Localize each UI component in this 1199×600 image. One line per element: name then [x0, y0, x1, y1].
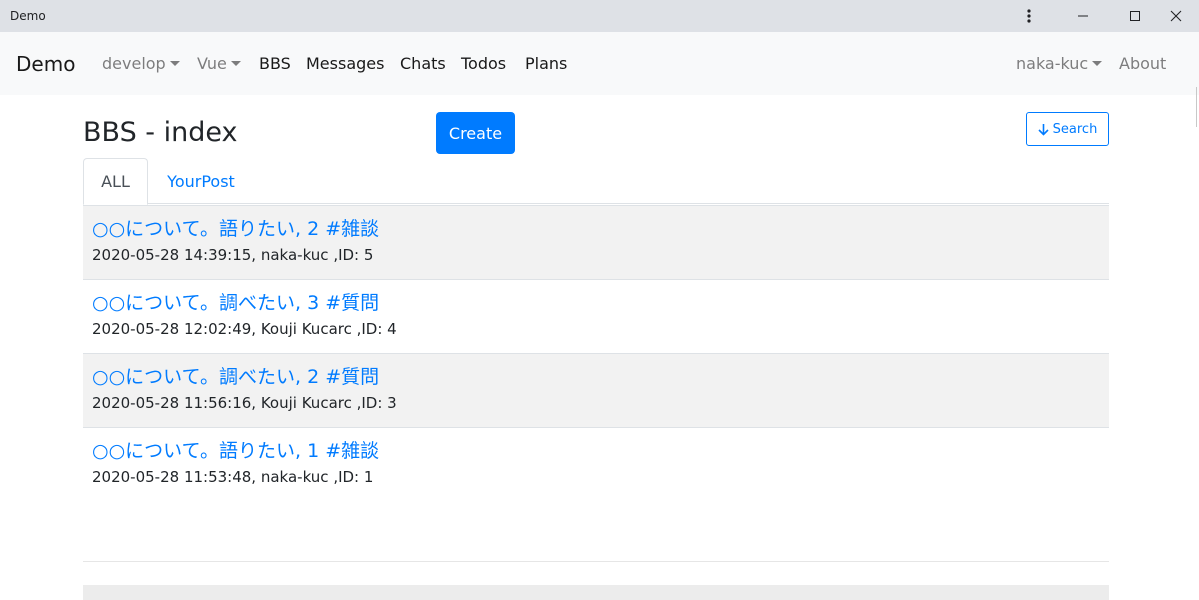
nav-item-chats[interactable]: Chats [400, 54, 446, 74]
navbar-brand[interactable]: Demo [16, 52, 75, 76]
nav-item-bbs[interactable]: BBS [259, 54, 291, 74]
list-item: ○○について。語りたい, 1 #雑談 2020-05-28 11:53:48, … [83, 427, 1109, 501]
post-meta: 2020-05-28 11:53:48, naka-kuc ,ID: 1 [92, 468, 374, 486]
list-item: ○○について。語りたい, 2 #雑談 2020-05-28 14:39:15, … [83, 205, 1109, 279]
search-button-label: Search [1052, 121, 1098, 137]
list-item: ○○について。調べたい, 3 #質問 2020-05-28 12:02:49, … [83, 279, 1109, 353]
nav-item-label: develop [102, 54, 166, 73]
create-button[interactable]: Create [436, 112, 515, 154]
nav-item-messages[interactable]: Messages [306, 54, 384, 74]
window-title: Demo [10, 9, 46, 23]
minimize-icon[interactable] [1060, 0, 1106, 32]
tab-yourpost[interactable]: YourPost [148, 158, 254, 204]
divider [83, 561, 1109, 562]
nav-user-label: naka-kuc [1016, 54, 1089, 73]
maximize-icon[interactable] [1112, 0, 1158, 32]
caret-down-icon [230, 61, 241, 66]
caret-down-icon [169, 61, 180, 66]
post-title-link[interactable]: ○○について。調べたい, 3 #質問 [92, 290, 1100, 316]
post-title-link[interactable]: ○○について。語りたい, 2 #雑談 [92, 216, 1100, 242]
post-title-link[interactable]: ○○について。語りたい, 1 #雑談 [92, 438, 1100, 464]
nav-item-todos[interactable]: Todos [461, 54, 506, 74]
post-filter-tabs: ALL YourPost [83, 158, 1109, 205]
post-meta: 2020-05-28 11:56:16, Kouji Kucarc ,ID: 3 [92, 394, 397, 412]
caret-down-icon [1092, 61, 1103, 66]
nav-item-develop[interactable]: develop [102, 54, 180, 74]
more-vert-icon[interactable] [1006, 0, 1052, 32]
nav-item-plans[interactable]: Plans [525, 54, 567, 74]
post-list: ○○について。語りたい, 2 #雑談 2020-05-28 14:39:15, … [83, 205, 1109, 501]
nav-item-vue[interactable]: Vue [197, 54, 241, 74]
page-title: BBS - index [83, 117, 238, 148]
tab-all[interactable]: ALL [83, 158, 148, 205]
nav-item-label: Vue [197, 54, 227, 73]
post-meta: 2020-05-28 12:02:49, Kouji Kucarc ,ID: 4 [92, 320, 397, 338]
nav-user-dropdown[interactable]: naka-kuc [1016, 54, 1103, 74]
search-button[interactable]: Search [1026, 112, 1109, 146]
footer-box [83, 585, 1109, 600]
post-meta: 2020-05-28 14:39:15, naka-kuc ,ID: 5 [92, 246, 374, 264]
window-titlebar: Demo [0, 0, 1199, 32]
top-navbar: Demo develop Vue BBS Messages Chats Todo… [0, 32, 1199, 127]
arrow-down-icon [1038, 123, 1049, 136]
post-title-link[interactable]: ○○について。調べたい, 2 #質問 [92, 364, 1100, 390]
scrollbar[interactable] [1196, 87, 1197, 127]
list-item: ○○について。調べたい, 2 #質問 2020-05-28 11:56:16, … [83, 353, 1109, 427]
close-icon[interactable] [1153, 0, 1199, 32]
nav-item-about[interactable]: About [1119, 54, 1166, 74]
